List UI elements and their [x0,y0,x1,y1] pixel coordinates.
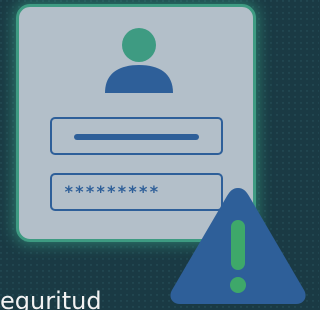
password-mask: ********* [64,182,160,201]
warning-exclamation-dot [230,277,246,293]
warning-triangle-icon [170,188,306,304]
username-value-bar [74,134,199,140]
footer-caption: eguritud [0,287,102,310]
warning-exclamation-bar [231,220,245,270]
username-field[interactable] [50,117,223,155]
user-avatar-icon [105,28,173,93]
